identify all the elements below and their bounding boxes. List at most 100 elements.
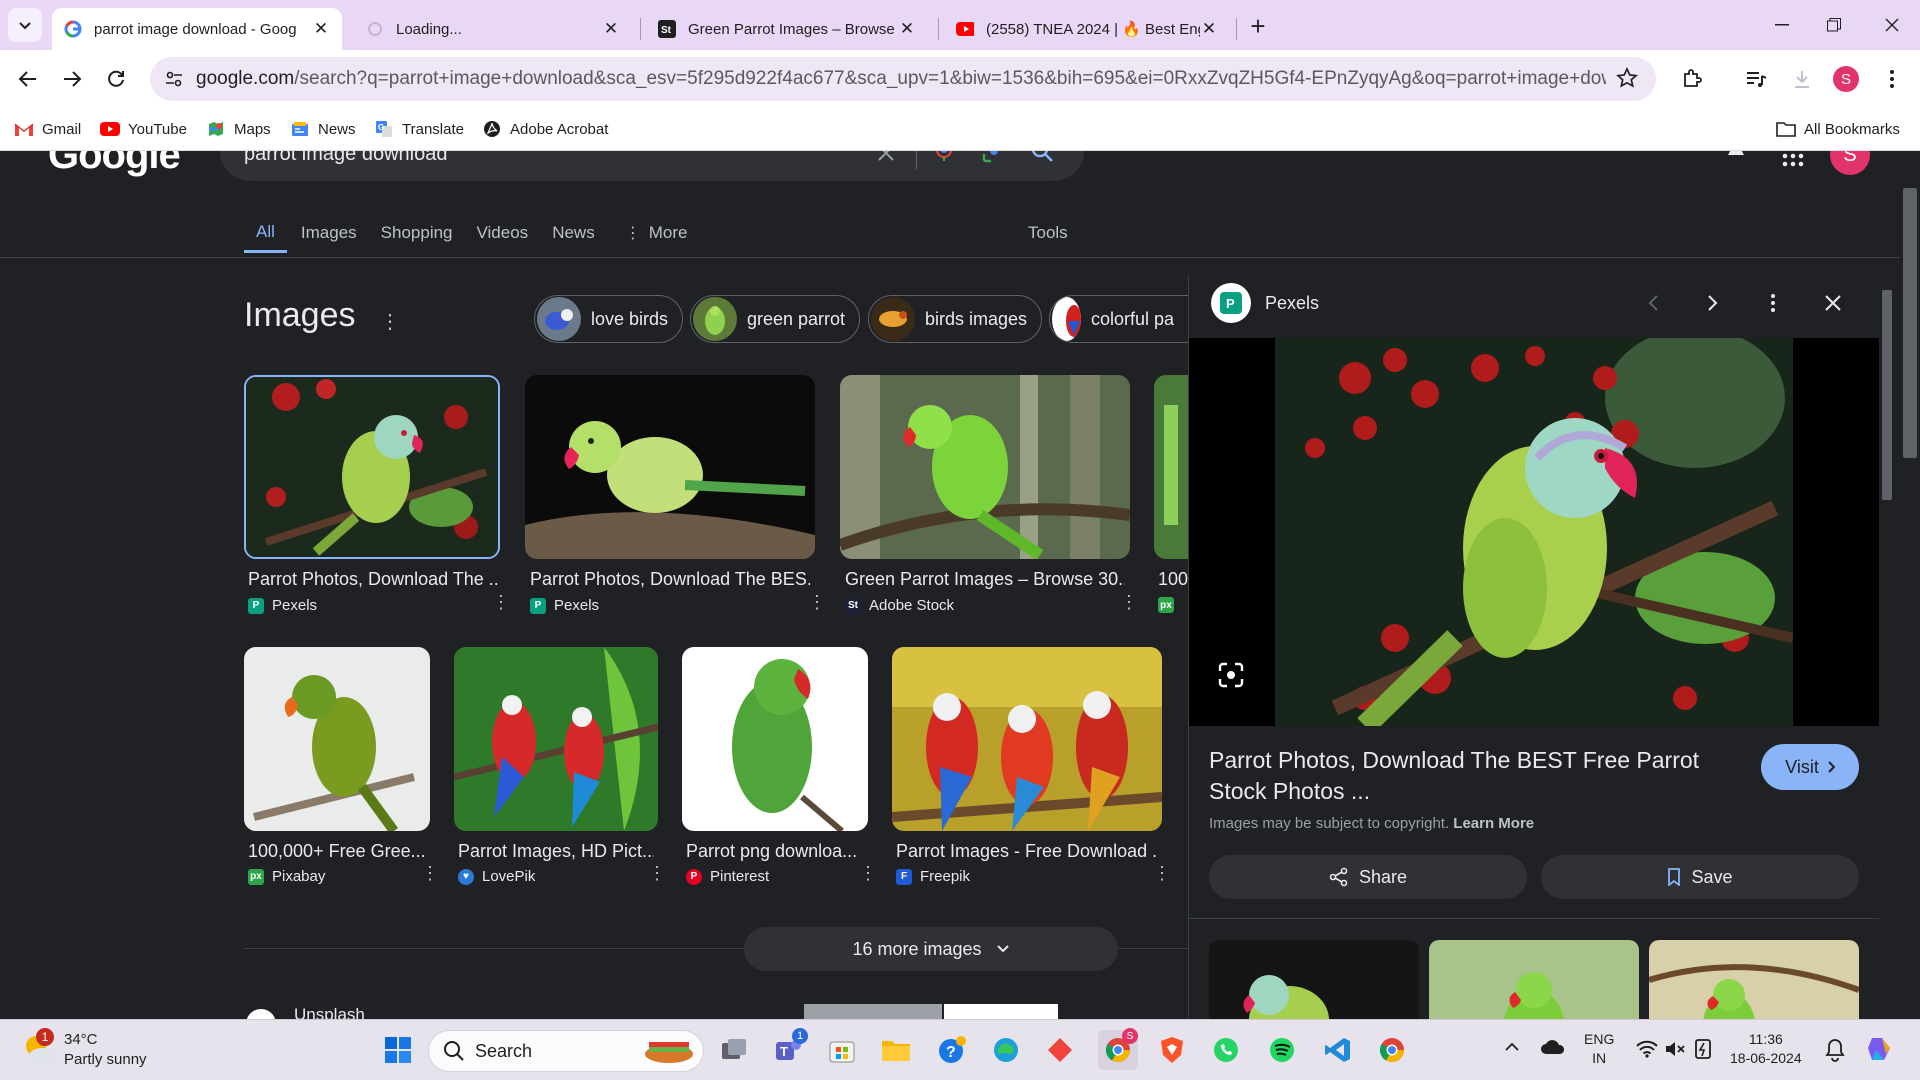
result-source[interactable]: ♥ LovePik bbox=[458, 868, 535, 885]
tab-news[interactable]: News bbox=[540, 213, 607, 253]
google-lens-icon[interactable] bbox=[982, 151, 1006, 163]
start-button[interactable] bbox=[378, 1030, 418, 1070]
copilot-icon[interactable] bbox=[1866, 1034, 1896, 1064]
result-title[interactable]: Parrot Images - Free Download ... bbox=[896, 841, 1158, 862]
anydesk-app[interactable] bbox=[1040, 1030, 1080, 1070]
panel-scrollbar-thumb[interactable] bbox=[1882, 290, 1892, 500]
wifi-icon[interactable] bbox=[1636, 1040, 1658, 1058]
result-image[interactable] bbox=[244, 647, 430, 831]
reload-button[interactable] bbox=[96, 59, 136, 99]
kebab-menu-icon[interactable]: ⋮ bbox=[859, 864, 877, 882]
minimize-button[interactable] bbox=[1752, 0, 1812, 50]
result-image[interactable] bbox=[682, 647, 868, 831]
chrome-app-active[interactable]: S bbox=[1098, 1028, 1138, 1070]
tab-youtube[interactable]: (2558) TNEA 2024 | 🔥 Best Engi ✕ bbox=[944, 8, 1230, 50]
avatar[interactable]: S bbox=[1830, 151, 1870, 175]
chrome-app[interactable] bbox=[1372, 1030, 1412, 1070]
taskbar-search[interactable]: Search bbox=[428, 1030, 704, 1072]
downloads-button[interactable] bbox=[1786, 63, 1818, 95]
kebab-menu-icon[interactable]: ⋮ bbox=[1120, 593, 1138, 611]
close-icon[interactable]: ✕ bbox=[898, 19, 916, 38]
notifications-bell-icon[interactable] bbox=[1824, 1038, 1846, 1062]
result-title[interactable]: Parrot Images, HD Pict... bbox=[458, 841, 654, 862]
kebab-menu-icon[interactable]: ⋮ bbox=[421, 864, 439, 882]
tab-shopping[interactable]: Shopping bbox=[369, 213, 465, 253]
bookmark-news[interactable]: News bbox=[290, 116, 356, 142]
result-image[interactable] bbox=[944, 1004, 1058, 1019]
result-image[interactable] bbox=[892, 647, 1162, 831]
save-button[interactable]: Save bbox=[1541, 855, 1859, 899]
all-bookmarks-button[interactable]: All Bookmarks bbox=[1776, 116, 1900, 142]
battery-charging-icon[interactable] bbox=[1692, 1038, 1714, 1060]
related-image[interactable] bbox=[1649, 940, 1859, 1019]
result-title[interactable]: Parrot Photos, Download The ... bbox=[248, 569, 498, 590]
result-image[interactable] bbox=[1154, 375, 1188, 559]
address-bar[interactable]: google.com/search?q=parrot+image+downloa… bbox=[150, 57, 1656, 101]
result-image[interactable] bbox=[525, 375, 815, 559]
lens-search-button[interactable] bbox=[1211, 655, 1251, 695]
close-icon[interactable]: ✕ bbox=[1200, 19, 1218, 38]
help-app[interactable]: ? bbox=[932, 1030, 972, 1070]
weather-widget[interactable]: 1 bbox=[22, 1028, 56, 1066]
whatsapp-app[interactable] bbox=[1206, 1030, 1246, 1070]
related-image[interactable] bbox=[1209, 940, 1419, 1019]
profile-button[interactable]: S bbox=[1830, 63, 1862, 95]
visit-button[interactable]: Visit bbox=[1761, 744, 1859, 790]
bookmark-maps[interactable]: Maps bbox=[206, 116, 271, 142]
chip-birds-images[interactable]: birds images bbox=[868, 295, 1043, 343]
panel-source[interactable]: Pexels bbox=[1265, 293, 1319, 314]
clock[interactable]: 11:36 18-06-2024 bbox=[1730, 1030, 1802, 1068]
taskview-app[interactable] bbox=[714, 1030, 754, 1070]
microphone-icon[interactable] bbox=[936, 151, 952, 163]
chip-green-parrot[interactable]: green parrot bbox=[690, 295, 861, 343]
result-source[interactable]: Unsplash bbox=[294, 1005, 365, 1019]
kebab-menu-icon[interactable]: ⋮ bbox=[648, 864, 666, 882]
search-box[interactable]: parrot image download bbox=[220, 151, 1084, 181]
result-source[interactable]: px Pixabay bbox=[248, 868, 325, 885]
tab-more[interactable]: ⋮ More bbox=[613, 213, 700, 253]
kebab-menu-icon[interactable]: ⋮ bbox=[1153, 864, 1171, 882]
previous-button[interactable] bbox=[1637, 287, 1669, 319]
bookmark-youtube[interactable]: YouTube bbox=[100, 116, 187, 142]
bookmark-adobe-acrobat[interactable]: Adobe Acrobat bbox=[482, 116, 608, 142]
kebab-menu-icon[interactable]: ⋮ bbox=[380, 309, 400, 334]
result-image[interactable] bbox=[244, 375, 500, 559]
onedrive-icon[interactable] bbox=[1540, 1038, 1566, 1056]
tab-loading[interactable]: Loading... ✕ bbox=[354, 8, 632, 50]
bookmark-translate[interactable]: G Translate bbox=[374, 116, 464, 142]
result-title[interactable]: 100 bbox=[1158, 569, 1188, 590]
brave-app[interactable] bbox=[1152, 1030, 1192, 1070]
result-source[interactable]: P Pexels bbox=[248, 597, 317, 614]
panel-menu-button[interactable] bbox=[1757, 287, 1789, 319]
page-scrollbar-thumb[interactable] bbox=[1903, 188, 1917, 458]
show-hidden-icons-button[interactable] bbox=[1504, 1042, 1520, 1052]
tab-all[interactable]: All bbox=[244, 213, 287, 253]
parrot-image[interactable] bbox=[1275, 338, 1793, 726]
search-icon[interactable] bbox=[1030, 151, 1054, 163]
new-tab-button[interactable]: + bbox=[1244, 11, 1272, 41]
tab-search-button[interactable] bbox=[8, 8, 42, 42]
share-button[interactable]: Share bbox=[1209, 855, 1527, 899]
result-title[interactable]: Parrot png downloa... bbox=[686, 841, 866, 862]
tools-button[interactable]: Tools bbox=[1016, 213, 1080, 253]
close-icon[interactable]: ✕ bbox=[312, 19, 330, 38]
result-source[interactable]: P Pinterest bbox=[686, 868, 769, 885]
extensions-button[interactable] bbox=[1676, 63, 1708, 95]
panel-title[interactable]: Parrot Photos, Download The BEST Free Pa… bbox=[1209, 745, 1749, 807]
back-button[interactable] bbox=[8, 59, 48, 99]
kebab-menu-icon[interactable]: ⋮ bbox=[808, 593, 826, 611]
result-image[interactable] bbox=[840, 375, 1130, 559]
panel-close-button[interactable] bbox=[1817, 287, 1849, 319]
result-image[interactable] bbox=[804, 1004, 942, 1019]
result-title[interactable]: Green Parrot Images – Browse 30... bbox=[845, 569, 1125, 590]
search-query[interactable]: parrot image download bbox=[244, 151, 447, 166]
chip-love-birds[interactable]: love birds bbox=[534, 295, 684, 343]
google-logo[interactable]: Google bbox=[48, 151, 181, 178]
result-source[interactable]: P Pexels bbox=[530, 597, 599, 614]
volume-muted-icon[interactable] bbox=[1664, 1040, 1686, 1058]
tab-adobe-stock[interactable]: St Green Parrot Images – Browse 3 ✕ bbox=[646, 8, 928, 50]
flask-icon[interactable] bbox=[1724, 151, 1748, 159]
more-images-button[interactable]: 16 more images bbox=[744, 927, 1118, 971]
result-image[interactable] bbox=[454, 647, 658, 831]
window-close-button[interactable] bbox=[1862, 0, 1920, 50]
